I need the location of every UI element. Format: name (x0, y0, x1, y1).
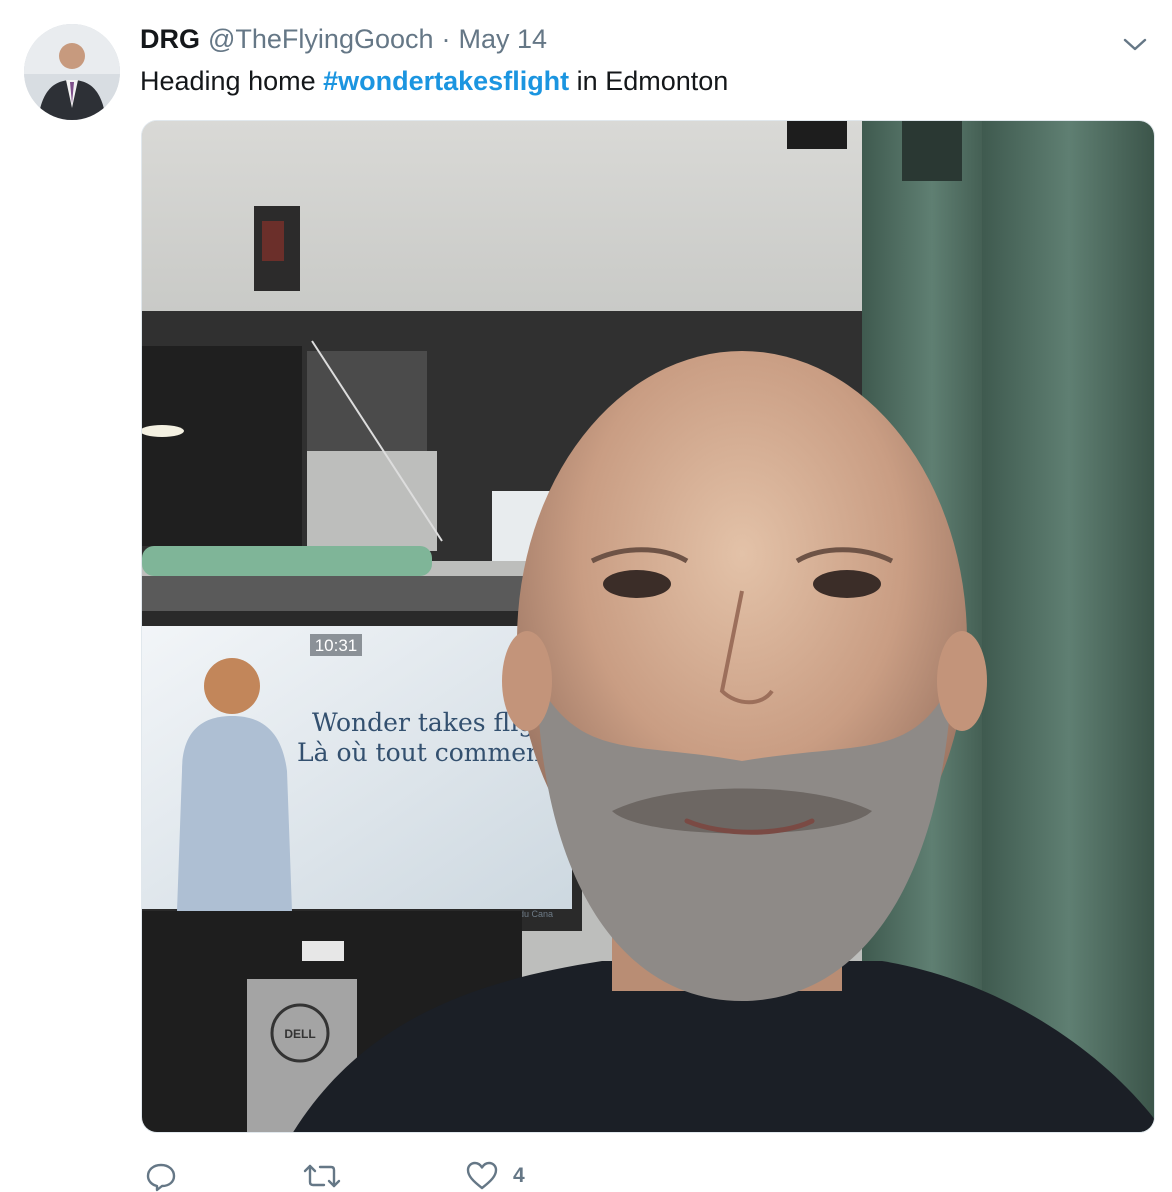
dell-logo-text: DELL (284, 1027, 315, 1041)
author-handle[interactable]: @TheFlyingGooch (208, 24, 434, 55)
tweet-photo[interactable]: 10:31 Wonder takes flig Là où tout comme… (141, 120, 1155, 1133)
reply-button[interactable] (145, 1160, 303, 1192)
like-button[interactable]: 4 (465, 1160, 525, 1192)
author-name[interactable]: DRG (140, 24, 200, 55)
heart-icon (466, 1161, 498, 1190)
screen-clock: 10:31 (315, 636, 358, 655)
like-count: 4 (513, 1164, 525, 1187)
author-avatar[interactable] (24, 24, 120, 120)
separator-dot: · (441, 24, 451, 54)
tweet-text: Heading home #wondertakesflight in Edmon… (140, 64, 728, 98)
retweet-button[interactable] (303, 1160, 465, 1192)
tweet-text-end: in Edmonton (569, 66, 729, 96)
chevron-down-icon (1123, 38, 1147, 51)
tweet-text-start: Heading home (140, 66, 324, 96)
tweet-date[interactable]: May 14 (459, 24, 548, 55)
retweet-icon (303, 1164, 341, 1188)
screen-headline-en: Wonder takes flig (312, 708, 534, 737)
more-menu-button[interactable] (1122, 33, 1148, 55)
reply-icon (146, 1163, 176, 1192)
tweet-header: DRG @TheFlyingGooch · May 14 (140, 24, 547, 58)
screen-headline-fr: Là où tout commen (297, 738, 542, 767)
tweet-actions: 4 (145, 1160, 525, 1192)
hashtag-link[interactable]: #wondertakesflight (323, 66, 569, 96)
